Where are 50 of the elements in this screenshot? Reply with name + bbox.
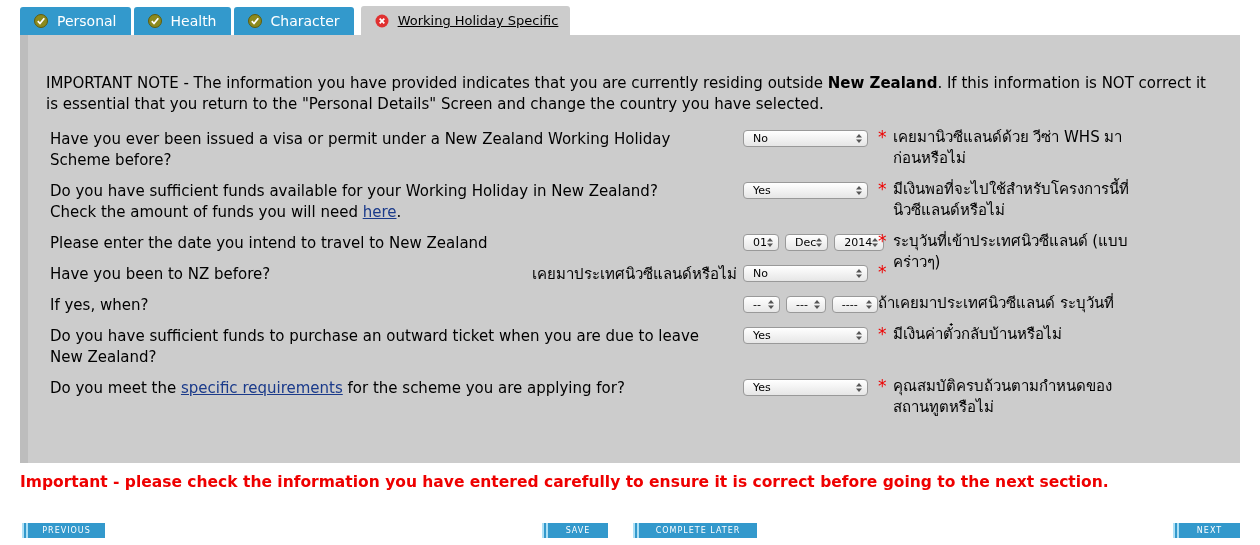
updown-arrow-icon: [816, 238, 823, 247]
dropdown[interactable]: No: [743, 130, 868, 147]
updown-arrow-icon: [813, 300, 820, 309]
dropdown[interactable]: No: [743, 265, 868, 282]
check-icon: [147, 14, 162, 28]
required-mark: *: [878, 179, 887, 200]
question-text: Have you ever been issued a visa or permit under a New Zealand Working Holiday Scheme before?: [50, 129, 672, 171]
check-icon: [34, 14, 48, 28]
dropdown[interactable]: Yes: [743, 182, 868, 199]
dropdown[interactable]: Yes: [743, 327, 868, 344]
dropdown[interactable]: Dec: [785, 234, 829, 251]
updown-arrow-icon: [856, 383, 862, 392]
thai-hint: ระบุวันที่เข้าประเทศนิวซีแลนด์ (แบบคร่าวๆ): [892, 231, 1130, 273]
required-mark: *: [878, 376, 887, 397]
required-mark: *: [878, 262, 887, 283]
dropdown[interactable]: ----: [831, 296, 878, 313]
check-icon: [247, 14, 262, 28]
dropdown[interactable]: 01: [743, 234, 779, 251]
question-text: Do you have sufficient funds available for your Working Holiday in New Zealand? Check the amount of funds you will need here.: [50, 181, 659, 223]
thai-hint: ถ้าเคยมาประเทศนิวซีแลนด์ ระบุวันที่: [878, 293, 1114, 314]
required-mark: *: [878, 127, 887, 148]
thai-hint: มีเงินพอที่จะไปใช้สำหรับโครงการนี้ที่นิวซีแลนด์หรือไม่: [892, 179, 1130, 221]
question-text: Do you have sufficient funds to purchase an outward ticket when you are due to leave New Zealand?: [50, 326, 701, 368]
question-text: If yes, when?: [50, 295, 149, 316]
required-mark: *: [878, 231, 887, 252]
updown-arrow-icon: [767, 238, 773, 247]
question-text: Have you been to NZ before?: [50, 264, 271, 285]
link[interactable]: here: [362, 203, 397, 221]
required-mark: *: [878, 324, 887, 345]
thai-hint: เคยมาประเทศนิวซีแลนด์หรือไม่: [532, 264, 738, 285]
question-text: Do you meet the specific requirements for the scheme you are applying for?: [50, 378, 625, 399]
tab[interactable]: Working Holiday Specific: [360, 6, 571, 35]
dropdown[interactable]: Yes: [743, 379, 868, 396]
dropdown[interactable]: ---: [786, 296, 826, 313]
thai-hint: คุณสมบัติครบถ้วนตามกำหนดของสถานทูตหรือไม่: [892, 376, 1113, 418]
question-text: Please enter the date you intend to travel to New Zealand: [50, 233, 488, 254]
updown-arrow-icon: [768, 300, 775, 309]
updown-arrow-icon: [856, 269, 862, 278]
updown-arrow-icon: [856, 134, 862, 143]
link[interactable]: specific requirements: [180, 379, 343, 397]
updown-arrow-icon: [856, 331, 862, 340]
updown-arrow-icon: [866, 300, 872, 309]
warning-text: Important - please check the information you have entered carefully to ensure it is correct before going to the next section.: [20, 473, 1110, 491]
important-note: IMPORTANT NOTE - The information you have provided indicates that you are currently residing outside New Zealand. If this information is NOT correct it is essential that you return to the "Personal Details" Screen and change the country you have selected.: [46, 73, 1207, 115]
thai-hint: มีเงินค่าตั๋วกลับบ้านหรือไม่: [892, 324, 1062, 345]
updown-arrow-icon: [872, 238, 879, 247]
error-icon: [374, 13, 389, 28]
updown-arrow-icon: [856, 186, 862, 195]
thai-hint: เคยมานิวซีแลนด์ด้วย วีซ่า WHS มาก่อนหรือไม่: [892, 127, 1124, 169]
dropdown[interactable]: --: [743, 296, 781, 313]
